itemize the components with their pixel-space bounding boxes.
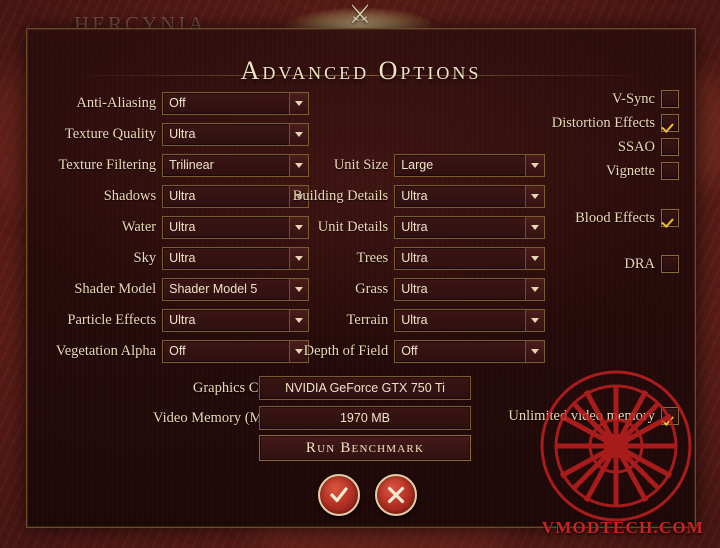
setting-label: Vegetation Alpha: [55, 342, 157, 359]
accept-check-icon: [330, 487, 348, 503]
sky-value: Ultra: [169, 251, 196, 265]
setting-row-water: Water Ultra: [39, 215, 309, 239]
cancel-cross-icon: [387, 486, 405, 504]
chevron-down-icon[interactable]: [525, 309, 544, 331]
accept-button[interactable]: [318, 474, 360, 516]
checkbox-row-dra[interactable]: DRA: [439, 255, 679, 273]
shader-model-value: Shader Model 5: [169, 282, 258, 296]
distortion-effects-checkbox[interactable]: [661, 114, 679, 132]
video-memory-label-row: Video Memory (MB): [137, 407, 277, 429]
unit-details-value: Ultra: [401, 220, 428, 234]
vsync-checkbox[interactable]: [661, 90, 679, 108]
ssao-checkbox[interactable]: [661, 138, 679, 156]
shadows-select[interactable]: Ultra: [162, 184, 309, 208]
checkbox-label: Blood Effects: [575, 209, 655, 226]
vegetation-alpha-value: Off: [169, 344, 186, 358]
blood-effects-checkbox[interactable]: [661, 209, 679, 227]
setting-label: Sky: [133, 249, 157, 266]
anti-aliasing-value: Off: [169, 96, 186, 110]
checkbox-row-ssao[interactable]: SSAO: [439, 138, 679, 156]
checkbox-label: V-Sync: [612, 90, 655, 107]
texture-filtering-select[interactable]: Trilinear: [162, 153, 309, 177]
chevron-down-icon[interactable]: [289, 92, 308, 114]
checkbox-row-vsync[interactable]: V-Sync: [439, 90, 679, 108]
setting-label: Depth of Field: [303, 342, 389, 359]
dialog-title: Advanced Options: [240, 56, 482, 85]
grass-select[interactable]: Ultra: [394, 277, 545, 301]
shader-model-select[interactable]: Shader Model 5: [162, 277, 309, 301]
particle-effects-select[interactable]: Ultra: [162, 308, 309, 332]
video-memory-value: 1970 MB: [259, 406, 471, 430]
setting-label: Terrain: [346, 311, 389, 328]
setting-label: Shader Model: [74, 280, 157, 297]
setting-row-depth-of-field: Depth of Field Off: [289, 339, 545, 363]
cancel-button[interactable]: [375, 474, 417, 516]
chevron-down-icon[interactable]: [289, 123, 308, 145]
unlimited-video-memory-label: Unlimited video memory: [508, 407, 655, 424]
vignette-checkbox[interactable]: [661, 162, 679, 180]
water-select[interactable]: Ultra: [162, 215, 309, 239]
chevron-down-icon[interactable]: [525, 278, 544, 300]
checkbox-row-vignette[interactable]: Vignette: [439, 162, 679, 180]
water-value: Ultra: [169, 220, 196, 234]
checkbox-label: DRA: [624, 255, 655, 272]
setting-label: Grass: [355, 280, 389, 297]
setting-label: Shadows: [103, 187, 157, 204]
setting-label: Particle Effects: [67, 311, 157, 328]
texture-filtering-value: Trilinear: [169, 158, 214, 172]
video-memory-label: Video Memory (MB): [153, 409, 277, 426]
setting-row-shader-model: Shader Model Shader Model 5: [39, 277, 309, 301]
trees-value: Ultra: [401, 251, 428, 265]
building-details-select[interactable]: Ultra: [394, 184, 545, 208]
setting-row-terrain: Terrain Ultra: [289, 308, 545, 332]
setting-row-particle-effects: Particle Effects Ultra: [39, 308, 309, 332]
building-details-value: Ultra: [401, 189, 428, 203]
setting-label: Building Details: [292, 187, 389, 204]
sky-select[interactable]: Ultra: [162, 246, 309, 270]
shadows-value: Ultra: [169, 189, 196, 203]
setting-label: Unit Details: [317, 218, 389, 235]
setting-row-shadows: Shadows Ultra: [39, 184, 309, 208]
checkbox-label: Vignette: [605, 162, 655, 179]
dra-checkbox[interactable]: [661, 255, 679, 273]
setting-label: Unit Size: [333, 156, 389, 173]
anti-aliasing-select[interactable]: Off: [162, 91, 309, 115]
setting-row-building-details: Building Details Ultra: [289, 184, 545, 208]
setting-label: Anti-Aliasing: [76, 94, 157, 111]
graphics-card-value: NVIDIA GeForce GTX 750 Ti: [259, 376, 471, 400]
setting-label: Trees: [356, 249, 389, 266]
terrain-select[interactable]: Ultra: [394, 308, 545, 332]
texture-quality-select[interactable]: Ultra: [162, 122, 309, 146]
setting-row-vegetation-alpha: Vegetation Alpha Off: [39, 339, 309, 363]
checkbox-label: Distortion Effects: [551, 114, 655, 131]
game-screen: HERCYNIA PONTO ACIA MARE ⚔ Advanced Opti…: [0, 0, 720, 548]
setting-row-sky: Sky Ultra: [39, 246, 309, 270]
eagle-icon: ⚔: [348, 0, 372, 29]
setting-row-texture-filtering: Texture Filtering Trilinear: [39, 153, 309, 177]
checkbox-label: SSAO: [617, 138, 655, 155]
advanced-options-dialog: Advanced Options Anti-Aliasing Off Textu…: [26, 28, 696, 528]
unit-size-value: Large: [401, 158, 434, 172]
checkbox-row-unlimited-video-memory[interactable]: Unlimited video memory: [469, 407, 679, 425]
depth-of-field-value: Off: [401, 344, 418, 358]
terrain-value: Ultra: [401, 313, 428, 327]
setting-label: Texture Filtering: [58, 156, 157, 173]
texture-quality-value: Ultra: [169, 127, 196, 141]
checkbox-row-distortion-effects[interactable]: Distortion Effects: [439, 114, 679, 132]
run-benchmark-button[interactable]: Run Benchmark: [259, 435, 471, 461]
checkbox-row-blood-effects[interactable]: Blood Effects: [439, 209, 679, 227]
particle-effects-value: Ultra: [169, 313, 196, 327]
chevron-down-icon[interactable]: [525, 185, 544, 207]
setting-label: Texture Quality: [64, 125, 157, 142]
vegetation-alpha-select[interactable]: Off: [162, 339, 309, 363]
depth-of-field-select[interactable]: Off: [394, 339, 545, 363]
unlimited-video-memory-checkbox[interactable]: [661, 407, 679, 425]
chevron-down-icon[interactable]: [525, 340, 544, 362]
setting-row-anti-aliasing: Anti-Aliasing Off: [39, 91, 309, 115]
setting-row-grass: Grass Ultra: [289, 277, 545, 301]
grass-value: Ultra: [401, 282, 428, 296]
setting-label: Water: [121, 218, 157, 235]
setting-row-texture-quality: Texture Quality Ultra: [39, 122, 309, 146]
